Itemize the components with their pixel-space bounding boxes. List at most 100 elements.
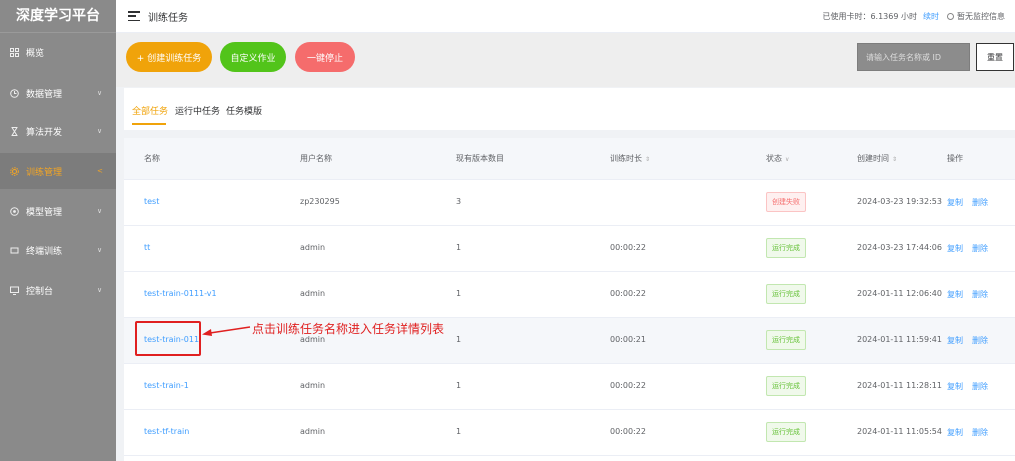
stop-all-button[interactable]: 一键停止 — [295, 42, 355, 72]
search-input[interactable]: 请输入任务名称或 ID — [857, 43, 970, 71]
copy-link[interactable]: 复制 — [947, 381, 963, 392]
versions-cell: 1 — [456, 427, 462, 436]
created-cell: 2024-03-23 19:32:53 — [857, 197, 942, 206]
delete-link[interactable]: 删除 — [972, 289, 988, 300]
status-badge: 创建失败 — [766, 192, 806, 212]
sidebar-item-model[interactable]: 模型管理 ∨ — [0, 193, 116, 229]
table-row: tt admin 1 00:00:22 运行完成 2024-03-23 17:4… — [124, 226, 1015, 272]
copy-link[interactable]: 复制 — [947, 243, 963, 254]
status-badge: 运行完成 — [766, 330, 806, 350]
user-cell: admin — [300, 289, 326, 298]
tab-task-templates[interactable]: 任务模版 — [226, 104, 262, 117]
chevron-down-icon: ∨ — [97, 89, 103, 97]
user-cell: zp230295 — [300, 197, 340, 206]
task-name-link[interactable]: test — [144, 197, 159, 206]
col-versions: 现有版本数目 — [456, 154, 504, 163]
versions-cell: 1 — [456, 335, 462, 344]
sidebar: 深度学习平台 概览 数据管理 ∨ 算法开发 ∨ 训练管理 < 模型管理 ∨ 终端… — [0, 0, 116, 461]
duration-cell: 00:00:22 — [610, 427, 646, 436]
annotation-text: 点击训练任务名称进入任务详情列表 — [252, 322, 445, 336]
task-table: 名称 用户名称 现有版本数目 训练时长 ⇕ 状态 ∨ 创建时间 ⇕ 操作 test z… — [124, 138, 1015, 461]
tab-all-tasks[interactable]: 全部任务 — [132, 104, 168, 117]
user-cell: admin — [300, 243, 326, 252]
header-info: 已使用卡时：6.1369 小时 续时 暂无监控信息 — [822, 0, 1005, 33]
created-cell: 2024-03-23 17:44:06 — [857, 243, 942, 252]
filter-chevron-icon[interactable]: ∨ — [785, 156, 789, 163]
grid-icon — [9, 47, 19, 57]
duration-cell: 00:00:22 — [610, 289, 646, 298]
col-ops: 操作 — [947, 154, 963, 163]
versions-cell: 1 — [456, 289, 462, 298]
monitor-icon — [9, 285, 19, 295]
sort-icon[interactable]: ⇕ — [645, 156, 650, 163]
sidebar-item-label: 数据管理 — [26, 89, 63, 100]
monitor-status-icon — [947, 13, 954, 20]
status-badge: 运行完成 — [766, 422, 806, 442]
sidebar-item-label: 算法开发 — [26, 127, 63, 138]
page-title: 训练任务 — [148, 12, 188, 24]
sidebar-item-algorithm[interactable]: 算法开发 ∨ — [0, 113, 116, 149]
versions-cell: 1 — [456, 243, 462, 252]
task-name-link[interactable]: tt — [144, 243, 150, 252]
chevron-left-icon: < — [97, 167, 103, 175]
top-header: 训练任务 已使用卡时：6.1369 小时 续时 暂无监控信息 — [116, 0, 1015, 33]
table-row: test-train-1 admin 1 00:00:22 运行完成 2024-… — [124, 364, 1015, 410]
annotation-arrow-icon — [202, 326, 251, 336]
tab-running-tasks[interactable]: 运行中任务 — [175, 104, 220, 117]
sidebar-item-console[interactable]: 控制台 ∨ — [0, 272, 116, 308]
created-cell: 2024-01-11 12:06:40 — [857, 289, 942, 298]
task-name-link[interactable]: test-tf-train — [144, 427, 189, 436]
cube-icon — [9, 206, 19, 216]
copy-link[interactable]: 复制 — [947, 427, 963, 438]
app-logo: 深度学习平台 — [0, 0, 116, 33]
col-user: 用户名称 — [300, 154, 332, 163]
sidebar-item-label: 模型管理 — [26, 207, 63, 218]
toolbar: + 创建训练任务 自定义作业 一键停止 请输入任务名称或 ID 重置 — [116, 33, 1015, 87]
sidebar-item-data[interactable]: 数据管理 ∨ — [0, 75, 116, 111]
table-row: test zp230295 3 创建失败 2024-03-23 19:32:53… — [124, 180, 1015, 226]
create-task-button[interactable]: + 创建训练任务 — [126, 42, 212, 72]
recharge-link[interactable]: 续时 — [923, 11, 939, 22]
delete-link[interactable]: 删除 — [972, 197, 988, 208]
delete-link[interactable]: 删除 — [972, 427, 988, 438]
col-created[interactable]: 创建时间 ⇕ — [857, 153, 897, 164]
table-header: 名称 用户名称 现有版本数目 训练时长 ⇕ 状态 ∨ 创建时间 ⇕ 操作 — [124, 138, 1015, 180]
task-name-link[interactable]: test-train-1 — [144, 381, 189, 390]
versions-cell: 1 — [456, 381, 462, 390]
created-cell: 2024-01-11 11:59:41 — [857, 335, 942, 344]
sidebar-item-label: 训练管理 — [26, 167, 63, 178]
sidebar-item-label: 概览 — [26, 48, 45, 59]
sidebar-item-training[interactable]: 训练管理 < — [0, 153, 116, 189]
col-status[interactable]: 状态 ∨ — [766, 153, 789, 164]
duration-cell: 00:00:22 — [610, 243, 646, 252]
copy-link[interactable]: 复制 — [947, 335, 963, 346]
chevron-down-icon: ∨ — [97, 207, 103, 215]
custom-job-button[interactable]: 自定义作业 — [220, 42, 286, 72]
task-name-link[interactable]: test-train-0111-v1 — [144, 289, 217, 298]
user-cell: admin — [300, 427, 326, 436]
database-icon — [9, 88, 19, 98]
hourglass-icon — [9, 126, 19, 136]
delete-link[interactable]: 删除 — [972, 335, 988, 346]
created-cell: 2024-01-11 11:28:11 — [857, 381, 942, 390]
delete-link[interactable]: 删除 — [972, 243, 988, 254]
copy-link[interactable]: 复制 — [947, 197, 963, 208]
menu-toggle-icon[interactable] — [128, 11, 140, 21]
usage-text: 已使用卡时：6.1369 小时 — [822, 12, 917, 21]
chevron-down-icon: ∨ — [97, 286, 103, 294]
versions-cell: 3 — [456, 197, 462, 206]
status-badge: 运行完成 — [766, 284, 806, 304]
delete-link[interactable]: 删除 — [972, 381, 988, 392]
sidebar-item-label: 终端训练 — [26, 246, 63, 257]
reset-button[interactable]: 重置 — [976, 43, 1014, 71]
status-badge: 运行完成 — [766, 376, 806, 396]
monitor-text: 暂无监控信息 — [957, 12, 1005, 21]
table-row: test-tf-train admin 1 00:00:22 运行完成 2024… — [124, 410, 1015, 456]
sidebar-item-terminal[interactable]: 终端训练 ∨ — [0, 232, 116, 268]
chevron-down-icon: ∨ — [97, 127, 103, 135]
status-badge: 运行完成 — [766, 238, 806, 258]
col-duration[interactable]: 训练时长 ⇕ — [610, 153, 650, 164]
sort-icon[interactable]: ⇕ — [892, 156, 897, 163]
sidebar-item-overview[interactable]: 概览 — [0, 34, 116, 70]
copy-link[interactable]: 复制 — [947, 289, 963, 300]
